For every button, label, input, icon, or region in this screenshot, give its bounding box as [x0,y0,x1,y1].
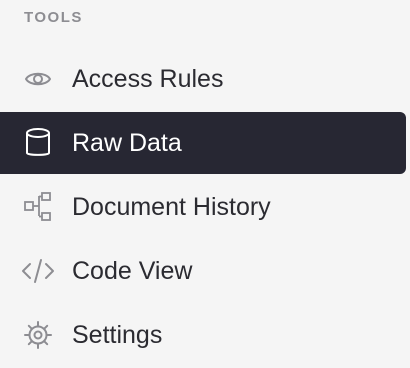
eye-icon [20,63,56,95]
code-icon [20,255,56,287]
database-icon [20,127,56,159]
sidebar-item-code-view[interactable]: Code View [0,240,410,302]
sidebar-item-access-rules[interactable]: Access Rules [0,48,410,110]
section-title: TOOLS [24,9,83,26]
sidebar-item-label: Code View [72,257,193,285]
sidebar-item-raw-data[interactable]: Raw Data [0,112,406,174]
sidebar-item-label: Document History [72,193,271,221]
sidebar-item-label: Access Rules [72,65,224,93]
tools-nav: Access Rules Raw Data Document History C… [0,48,410,368]
gear-icon [20,319,56,351]
sidebar-item-label: Settings [72,321,163,349]
document-history-icon [20,191,56,223]
sidebar-item-label: Raw Data [72,129,182,157]
tools-sidebar: TOOLS Access Rules Raw Data Document His… [0,0,410,367]
sidebar-item-document-history[interactable]: Document History [0,176,410,238]
sidebar-item-settings[interactable]: Settings [0,304,410,366]
